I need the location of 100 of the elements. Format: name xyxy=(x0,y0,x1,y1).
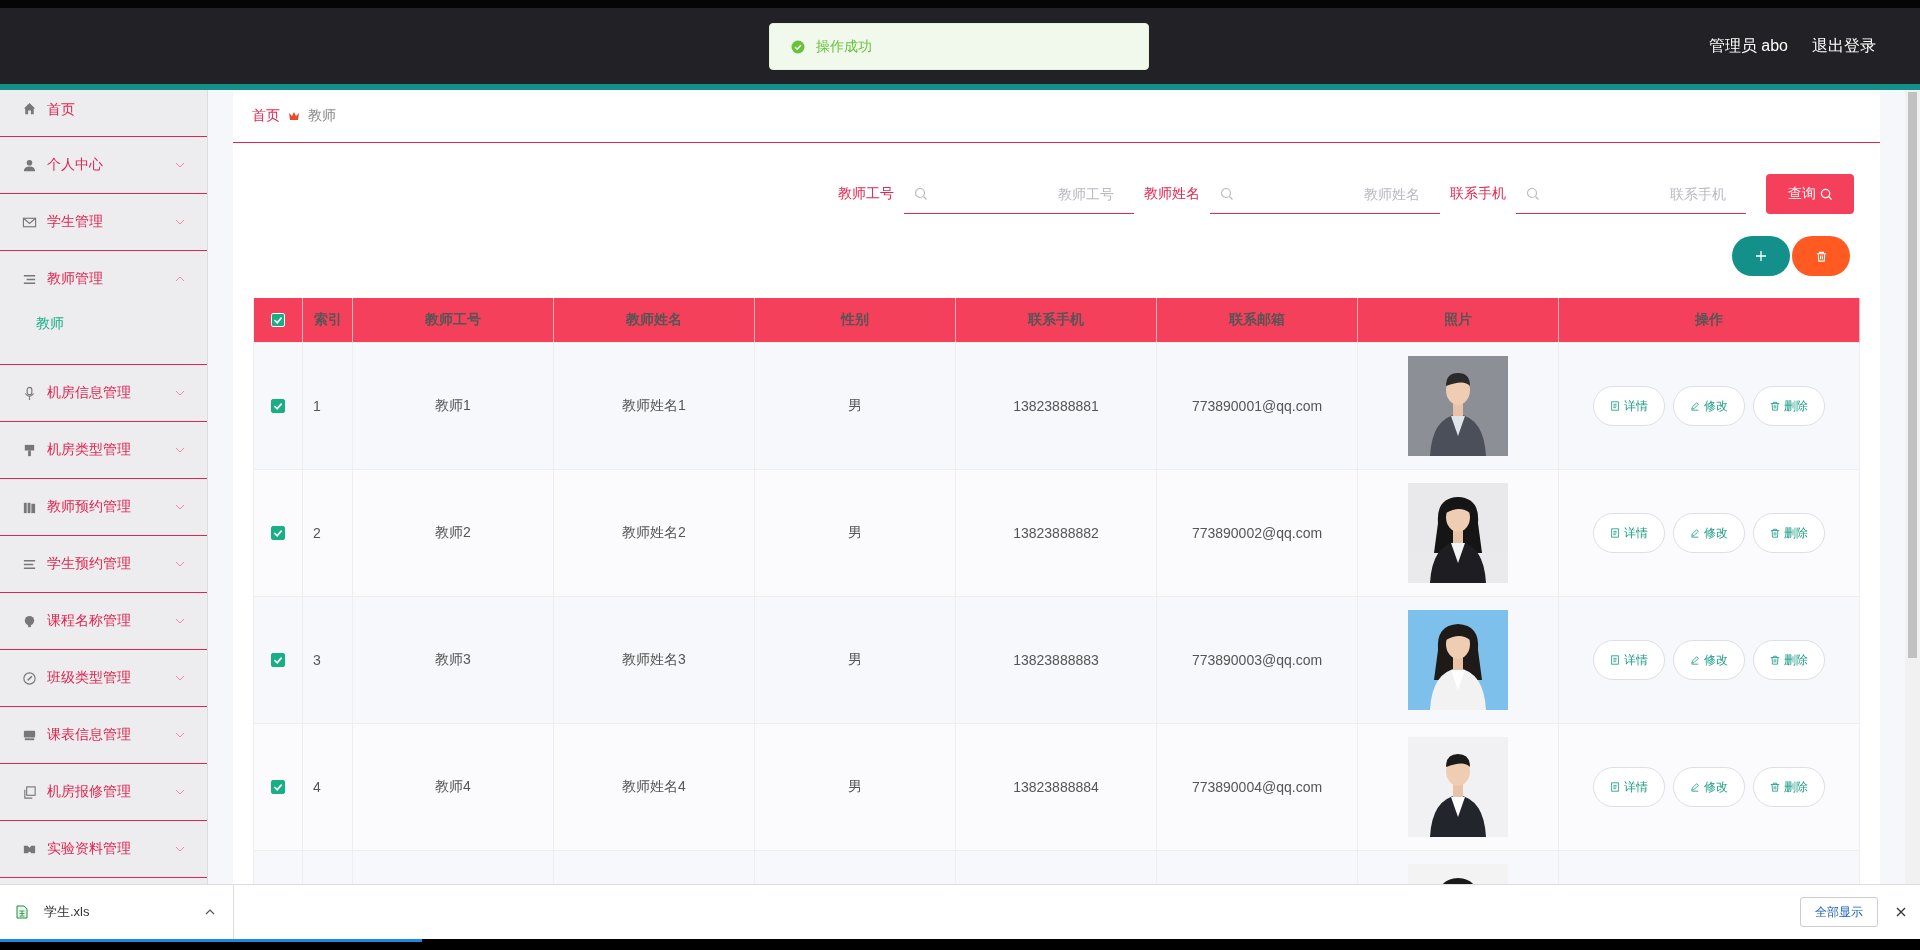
sidebar-item[interactable]: 教师管理 xyxy=(0,251,207,307)
compass-icon xyxy=(22,670,37,686)
table-cell: 教师姓名4 xyxy=(622,778,686,796)
edit-button[interactable]: 修改 xyxy=(1673,513,1745,553)
success-icon xyxy=(791,39,805,54)
home-icon xyxy=(22,101,37,116)
pencil-icon xyxy=(1690,401,1700,411)
sidebar-item[interactable]: 机房信息管理 xyxy=(0,365,207,422)
detail-button[interactable]: 详情 xyxy=(1593,640,1665,680)
table-cell: 4 xyxy=(313,779,321,795)
success-toast: 操作成功 xyxy=(769,23,1149,70)
edit-button[interactable]: 修改 xyxy=(1673,640,1745,680)
field-label: 教师姓名 xyxy=(1144,185,1200,203)
sidebar-item[interactable]: 机房类型管理 xyxy=(0,422,207,479)
sidebar-item[interactable]: 个人中心 xyxy=(0,137,207,194)
sidebar-item[interactable]: 机房报修管理 xyxy=(0,764,207,821)
search-icon xyxy=(1526,187,1540,201)
table-cell: 男 xyxy=(848,778,862,796)
search-button[interactable]: 查询 xyxy=(1766,174,1854,214)
chevron-down-icon xyxy=(175,732,185,738)
table-cell: 773890004@qq.com xyxy=(1191,779,1323,795)
progress-bar[interactable] xyxy=(0,939,1920,950)
sidebar-item[interactable]: 教师预约管理 xyxy=(0,479,207,536)
microphone-icon xyxy=(22,385,37,401)
delete-button[interactable]: 删除 xyxy=(1753,386,1825,426)
sidebar-item[interactable]: 学生预约管理 xyxy=(0,536,207,593)
spreadsheet-file-icon xyxy=(16,905,28,919)
table-cell: 2 xyxy=(313,525,321,541)
table-cell: 教师2 xyxy=(435,524,471,542)
scrollbar[interactable] xyxy=(1905,90,1920,884)
stamp-icon xyxy=(22,442,37,458)
close-icon[interactable] xyxy=(1896,907,1906,917)
submenu-item[interactable]: 教师 xyxy=(0,307,64,333)
document-icon xyxy=(1610,528,1620,538)
chevron-down-icon xyxy=(175,675,185,681)
search-icon xyxy=(914,187,928,201)
chevron-down-icon xyxy=(175,447,185,453)
search-icon xyxy=(1819,187,1833,201)
row-checkbox[interactable] xyxy=(271,780,285,794)
table-cell: 13823888884 xyxy=(1013,779,1099,795)
breadcrumb-current: 教师 xyxy=(308,107,336,125)
copy-icon xyxy=(22,784,37,800)
search-field[interactable]: 联系手机 xyxy=(1516,174,1746,214)
table-cell: 1 xyxy=(313,398,321,414)
table-cell: 男 xyxy=(848,524,862,542)
row-checkbox[interactable] xyxy=(271,399,285,413)
chevron-up-icon xyxy=(175,276,185,282)
table-cell: 3 xyxy=(313,652,321,668)
table-cell: 男 xyxy=(848,651,862,669)
add-button[interactable] xyxy=(1732,236,1790,276)
delete-button[interactable]: 删除 xyxy=(1753,767,1825,807)
sidebar-item[interactable]: 班级类型管理 xyxy=(0,650,207,707)
edit-button[interactable]: 修改 xyxy=(1673,386,1745,426)
sidebar-item[interactable]: 课程名称管理 xyxy=(0,593,207,650)
row-checkbox[interactable] xyxy=(271,653,285,667)
detail-button[interactable]: 详情 xyxy=(1593,767,1665,807)
pencil-icon xyxy=(1690,655,1700,665)
trash-icon xyxy=(1770,528,1780,538)
field-label: 联系手机 xyxy=(1450,185,1506,203)
detail-button[interactable]: 详情 xyxy=(1593,513,1665,553)
edit-button[interactable]: 修改 xyxy=(1673,767,1745,807)
table-cell: 773890003@qq.com xyxy=(1191,652,1323,668)
download-file-name[interactable]: 学生.xls xyxy=(44,903,205,921)
detail-button[interactable]: 详情 xyxy=(1593,386,1665,426)
bulb-icon xyxy=(22,613,37,629)
chevron-down-icon xyxy=(175,789,185,795)
chevron-down-icon xyxy=(175,846,185,852)
sidebar-item[interactable]: 课表信息管理 xyxy=(0,707,207,764)
sidebar-item[interactable]: 学生管理 xyxy=(0,194,207,251)
table-cell: 教师姓名3 xyxy=(622,651,686,669)
delete-button[interactable]: 删除 xyxy=(1753,640,1825,680)
document-icon xyxy=(1610,782,1620,792)
search-field[interactable]: 教师工号 xyxy=(904,174,1134,214)
table-cell: 773890001@qq.com xyxy=(1191,398,1323,414)
table-cell: 13823888883 xyxy=(1013,652,1099,668)
chevron-down-icon xyxy=(175,618,185,624)
document-icon xyxy=(1610,401,1620,411)
table-cell: 13823888882 xyxy=(1013,525,1099,541)
logout-link[interactable]: 退出登录 xyxy=(1812,35,1876,57)
select-all-checkbox[interactable] xyxy=(271,313,285,327)
delete-button[interactable]: 删除 xyxy=(1753,513,1825,553)
person-icon xyxy=(22,157,37,173)
chevron-down-icon xyxy=(175,162,185,168)
sidebar-item[interactable]: 实验资料管理 xyxy=(0,821,207,878)
chevron-up-icon[interactable] xyxy=(205,909,215,915)
pencil-icon xyxy=(1690,782,1700,792)
trash-icon xyxy=(1770,401,1780,411)
row-checkbox[interactable] xyxy=(271,526,285,540)
chevron-down-icon xyxy=(175,504,185,510)
table-cell: 教师姓名1 xyxy=(622,397,686,415)
delete-button[interactable] xyxy=(1792,236,1850,276)
trash-icon xyxy=(1770,655,1780,665)
table-cell: 男 xyxy=(848,397,862,415)
sidebar-item[interactable]: 首页 xyxy=(0,90,207,137)
table-cell: 教师1 xyxy=(435,397,471,415)
user-name: 管理员 abo xyxy=(1708,35,1788,56)
search-field[interactable]: 教师姓名 xyxy=(1210,174,1440,214)
breadcrumb-link[interactable]: 首页 xyxy=(252,107,280,125)
show-all-button[interactable]: 全部显示 xyxy=(1800,897,1878,927)
table-cell: 13823888881 xyxy=(1013,398,1099,414)
